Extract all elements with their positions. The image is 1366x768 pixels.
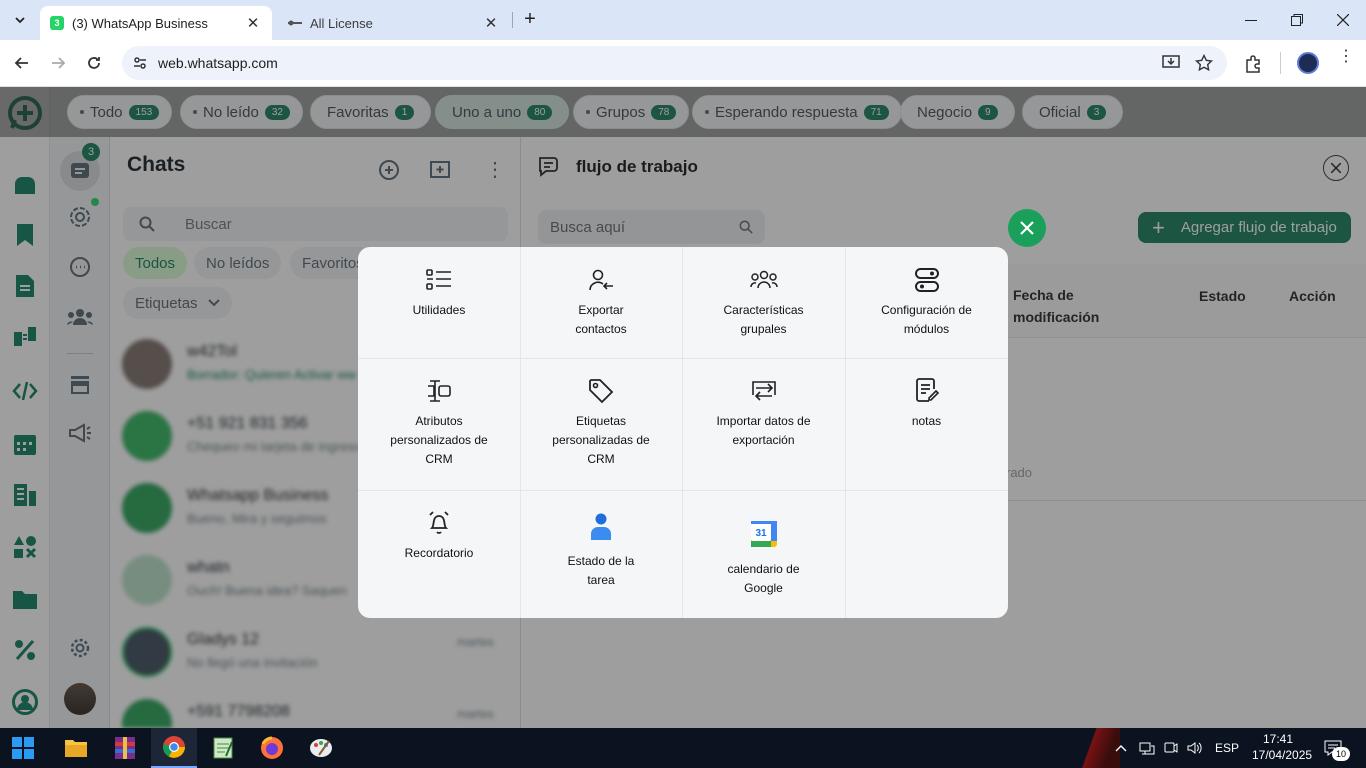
tab-title: (3) WhatsApp Business: [72, 15, 208, 31]
extensions-puzzle-icon[interactable]: [1244, 54, 1264, 74]
menu-item-utilidades[interactable]: Utilidades: [358, 247, 520, 358]
close-icon: [1020, 221, 1034, 235]
whatsapp-favicon-icon: 3: [50, 16, 64, 30]
reload-button[interactable]: [81, 50, 107, 76]
chrome-button[interactable]: [151, 728, 197, 768]
menu-item-importar-datos[interactable]: Importar datos de exportación: [682, 358, 845, 490]
volume-icon[interactable]: [1187, 728, 1203, 768]
menu-item-label: Importar datos de exportación: [716, 414, 811, 447]
menu-item-label: Exportar contactos: [575, 303, 627, 336]
browser-tabstrip: 3 (3) WhatsApp Business ✕ All License ✕ …: [0, 0, 1366, 40]
folder-icon: [65, 740, 87, 757]
address-field[interactable]: web.whatsapp.com: [122, 46, 1227, 80]
menu-item-etiquetas-crm[interactable]: Etiquetas personalizadas de CRM: [520, 358, 682, 490]
user-export-icon: [586, 265, 616, 295]
paint-palette-icon: [310, 739, 332, 757]
license-favicon-icon: [288, 19, 302, 27]
webcam-icon[interactable]: [1164, 728, 1178, 768]
paint-button[interactable]: [298, 728, 344, 768]
menu-item-estado-tarea[interactable]: Estado de la tarea: [520, 490, 682, 618]
tag-icon: [586, 376, 616, 406]
group-icon: [749, 265, 779, 295]
wallpaper-strip: [1080, 728, 1120, 768]
chrome-icon: [163, 736, 185, 758]
site-settings-icon: [134, 57, 146, 69]
tab-search-button[interactable]: [8, 8, 32, 32]
person-task-icon: [586, 508, 616, 546]
profile-avatar[interactable]: [1297, 52, 1319, 74]
firefox-button[interactable]: [249, 728, 295, 768]
tab-divider: [512, 12, 513, 28]
tab-all-license[interactable]: All License ✕: [278, 6, 510, 40]
windows-logo-icon: [12, 737, 34, 759]
bell-icon: [424, 508, 454, 538]
winrar-button[interactable]: [102, 728, 148, 768]
notepad-button[interactable]: [200, 728, 246, 768]
toggle-settings-icon: [912, 265, 942, 295]
notepad-icon: [213, 737, 233, 759]
svg-text:31: 31: [755, 528, 767, 539]
menu-item-label: notas: [911, 414, 942, 428]
menu-item-label: Estado de la tarea: [567, 554, 635, 587]
close-icon: [1337, 14, 1349, 26]
notification-center-button[interactable]: 10: [1324, 728, 1350, 768]
firefox-icon: [261, 736, 283, 759]
menu-item-label: Etiquetas personalizadas de CRM: [552, 414, 650, 466]
tray-show-hidden-icon[interactable]: [1115, 728, 1127, 768]
menu-item-recordatorio[interactable]: Recordatorio: [358, 490, 520, 618]
tools-menu-modal: Utilidades Exportar contactos Caracterís…: [358, 247, 1008, 618]
list-icon: [424, 265, 454, 295]
menu-item-label: Características grupales: [723, 303, 804, 336]
arrow-right-icon: [52, 57, 66, 69]
forward-button[interactable]: [45, 50, 71, 76]
tab-whatsapp[interactable]: 3 (3) WhatsApp Business ✕: [40, 6, 272, 40]
chevron-down-icon: [15, 17, 25, 24]
notes-icon: [912, 376, 942, 406]
browser-menu-kebab-icon[interactable]: ⋮: [1338, 49, 1354, 65]
arrow-left-icon: [14, 57, 28, 69]
language-indicator[interactable]: ESP: [1215, 728, 1239, 768]
menu-item-label: Atributos personalizados de CRM: [390, 414, 488, 466]
install-app-icon[interactable]: [1162, 55, 1180, 71]
minimize-button[interactable]: [1228, 0, 1274, 40]
reload-icon: [88, 57, 100, 69]
menu-item-configuracion-modulos[interactable]: Configuración de módulos: [845, 247, 1008, 358]
import-export-icon: [749, 376, 779, 406]
google-calendar-icon: 31: [749, 514, 779, 554]
back-button[interactable]: [9, 50, 35, 76]
close-menu-button[interactable]: [1008, 209, 1046, 247]
start-button[interactable]: [0, 728, 46, 768]
close-tab-icon[interactable]: ✕: [482, 14, 500, 32]
menu-item-label: Configuración de módulos: [881, 303, 972, 336]
restore-icon: [1291, 14, 1303, 26]
network-icon[interactable]: [1139, 728, 1155, 768]
new-tab-plus-icon[interactable]: +: [520, 9, 540, 30]
menu-item-label: Utilidades: [412, 303, 466, 317]
menu-item-atributos-crm[interactable]: Atributos personalizados de CRM: [358, 358, 520, 490]
menu-item-exportar-contactos[interactable]: Exportar contactos: [520, 247, 682, 358]
attribute-icon: [424, 376, 454, 406]
menu-item-label: calendario de Google: [727, 562, 800, 595]
tab-title: All License: [310, 15, 373, 31]
url-text: web.whatsapp.com: [158, 55, 278, 71]
menu-item-google-calendar[interactable]: 31 calendario de Google: [682, 490, 845, 618]
notification-count-badge: 10: [1332, 747, 1350, 761]
menu-item-caracteristicas-grupales[interactable]: Características grupales: [682, 247, 845, 358]
menu-item-notas[interactable]: notas: [845, 358, 1008, 490]
clock[interactable]: 17:41 17/04/2025: [1252, 731, 1313, 763]
clock-time: 17:41: [1262, 732, 1294, 746]
restore-button[interactable]: [1274, 0, 1320, 40]
close-window-button[interactable]: [1320, 0, 1366, 40]
file-explorer-button[interactable]: [53, 728, 99, 768]
clock-date: 17/04/2025: [1252, 748, 1313, 762]
browser-toolbar: web.whatsapp.com ⋮: [0, 40, 1366, 87]
minimize-icon: [1245, 20, 1257, 21]
winrar-icon: [115, 737, 135, 759]
windows-taskbar: ESP 17:41 17/04/2025 10: [0, 728, 1366, 768]
bookmark-star-icon[interactable]: [1195, 54, 1213, 72]
toolbar-divider: [1280, 52, 1281, 74]
menu-item-label: Recordatorio: [404, 546, 474, 560]
close-tab-icon[interactable]: ✕: [244, 14, 262, 32]
